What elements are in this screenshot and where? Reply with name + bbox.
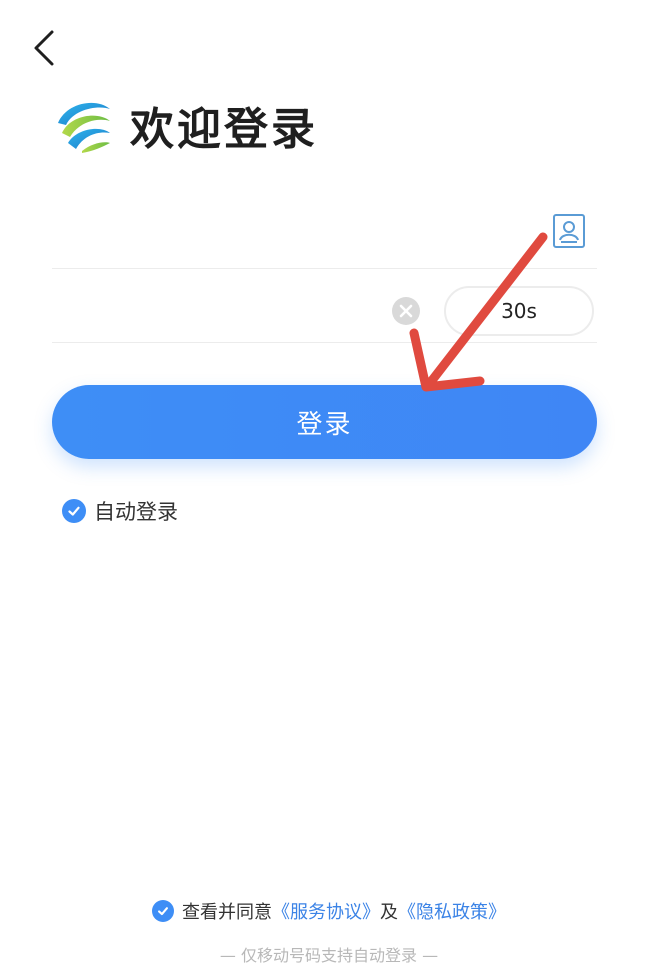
- agreement-prefix: 查看并同意: [182, 902, 272, 923]
- login-button-label: 登录: [296, 409, 353, 440]
- verification-code-row: 30s: [52, 284, 597, 343]
- verification-code-input[interactable]: [52, 290, 376, 336]
- privacy-policy-link[interactable]: 《隐私政策》: [398, 898, 506, 924]
- page-header: 欢迎登录: [52, 90, 318, 160]
- clear-input-icon[interactable]: [392, 297, 420, 325]
- phone-input[interactable]: [52, 218, 526, 264]
- agreement-row: 查看并同意 《服务协议》 及 《隐私政策》: [0, 898, 658, 924]
- auto-login-label: 自动登录: [94, 500, 178, 524]
- check-circle-icon: [62, 499, 86, 523]
- phone-row: [52, 210, 597, 269]
- contact-book-icon[interactable]: [553, 214, 585, 248]
- chevron-left-icon: [34, 30, 54, 66]
- agreement-check-icon[interactable]: [152, 900, 174, 922]
- back-button[interactable]: [26, 26, 66, 70]
- footer-note: — 仅移动号码支持自动登录 —: [219, 946, 439, 965]
- login-button[interactable]: 登录: [52, 385, 597, 459]
- auto-login-checkbox[interactable]: 自动登录: [62, 496, 178, 526]
- service-agreement-link[interactable]: 《服务协议》: [272, 898, 380, 924]
- resend-code-countdown-button[interactable]: 30s: [444, 286, 594, 336]
- china-mobile-logo-icon: [58, 102, 110, 153]
- countdown-label: 30s: [501, 299, 537, 323]
- page-title: 欢迎登录: [130, 104, 318, 155]
- agreement-conjunction: 及: [380, 902, 398, 923]
